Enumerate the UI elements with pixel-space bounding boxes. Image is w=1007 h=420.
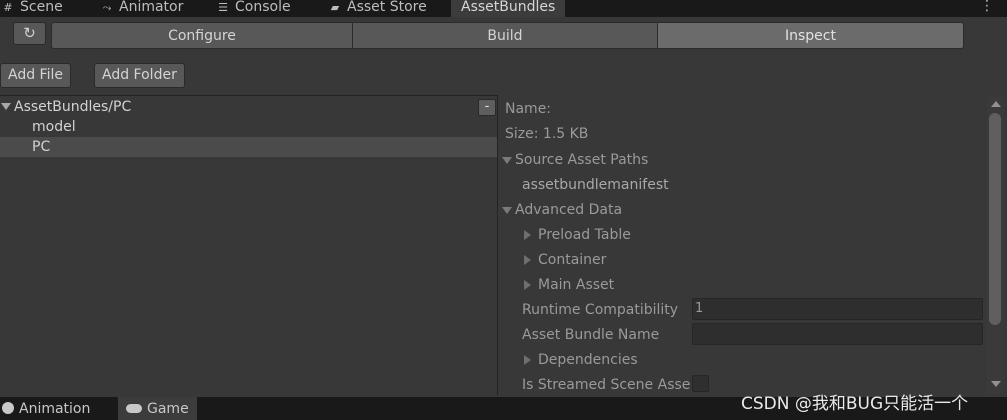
foldout-expanded-icon (502, 156, 512, 164)
source-path-value: assetbundlemanifest (522, 177, 669, 193)
gamepad-icon (126, 404, 142, 413)
refresh-button[interactable]: ↻ (13, 22, 46, 45)
tab-scene[interactable]: # Scene (2, 0, 63, 17)
container-foldout[interactable]: Container (524, 250, 606, 270)
tab-configure[interactable]: Configure (51, 22, 353, 49)
name-label: Name: (505, 101, 552, 117)
panel-divider[interactable] (497, 95, 498, 395)
animator-icon: ⤳ (102, 1, 112, 14)
foldout-collapsed-icon (524, 230, 531, 240)
expand-triangle-icon[interactable] (1, 103, 11, 110)
runtime-compatibility-label: Runtime Compatibility (522, 302, 679, 318)
preload-table-foldout[interactable]: Preload Table (524, 225, 631, 245)
tab-assetbundles[interactable]: AssetBundles (451, 0, 566, 17)
shopping-bag-icon: ▰ (330, 1, 340, 14)
window-menu-icon[interactable]: ⋮ (980, 0, 994, 17)
tree-item-label: PC (32, 139, 51, 155)
tab-game-label: Game (147, 401, 189, 417)
tree-item-pc[interactable]: PC (0, 137, 497, 157)
scroll-up-icon[interactable] (991, 101, 1001, 107)
scrollbar-thumb[interactable] (989, 113, 1001, 325)
advanced-data-label: Advanced Data (515, 202, 623, 218)
tab-asset-store-label: Asset Store (347, 0, 427, 15)
tree-root-assetbundles-pc[interactable]: AssetBundles/PC (0, 97, 497, 117)
main-asset-label: Main Asset (538, 277, 615, 293)
tree-item-label: model (32, 119, 76, 135)
dependencies-foldout[interactable]: Dependencies (524, 350, 638, 370)
foldout-collapsed-icon (524, 355, 531, 365)
foldout-collapsed-icon (524, 255, 531, 265)
advanced-data-foldout[interactable]: Advanced Data (502, 200, 622, 220)
foldout-expanded-icon (502, 206, 512, 214)
tab-inspect[interactable]: Inspect (657, 22, 964, 49)
is-streamed-scene-label: Is Streamed Scene Asse (522, 377, 690, 393)
asset-bundle-name-label: Asset Bundle Name (522, 327, 660, 343)
source-asset-paths-foldout[interactable]: Source Asset Paths (502, 150, 648, 170)
add-file-button[interactable]: Add File (0, 63, 71, 88)
tab-animator[interactable]: ⤳ Animator (101, 0, 184, 17)
tab-console[interactable]: ☰ Console (217, 0, 291, 17)
source-asset-paths-label: Source Asset Paths (515, 152, 649, 168)
tab-assetbundles-label: AssetBundles (461, 0, 556, 15)
size-label: Size: 1.5 KB (505, 126, 589, 142)
container-label: Container (538, 252, 607, 268)
scroll-down-icon[interactable] (991, 381, 1001, 387)
dependencies-label: Dependencies (538, 352, 638, 368)
foldout-collapsed-icon (524, 280, 531, 290)
grid-icon: # (3, 1, 13, 14)
preload-table-label: Preload Table (538, 227, 631, 243)
tab-asset-store[interactable]: ▰ Asset Store (329, 0, 427, 17)
is-streamed-scene-checkbox[interactable] (692, 375, 709, 392)
tab-scene-label: Scene (20, 0, 63, 15)
tab-console-label: Console (235, 0, 291, 15)
collapse-button[interactable]: - (478, 99, 496, 116)
tab-animator-label: Animator (119, 0, 184, 15)
main-asset-foldout[interactable]: Main Asset (524, 275, 614, 295)
tab-animation[interactable]: Animation (2, 397, 90, 420)
tab-animation-label: Animation (19, 401, 91, 417)
clock-icon (2, 402, 14, 414)
console-icon: ☰ (218, 1, 228, 14)
asset-bundle-name-field[interactable] (692, 323, 983, 345)
runtime-compatibility-field[interactable]: 1 (692, 298, 983, 320)
tab-build[interactable]: Build (352, 22, 658, 49)
tree-root-label: AssetBundles/PC (14, 99, 132, 115)
tree-item-model[interactable]: model (0, 117, 497, 137)
watermark-text: CSDN @我和BUG只能活一个 (741, 394, 969, 414)
tab-game[interactable]: Game (118, 397, 197, 420)
add-folder-button[interactable]: Add Folder (94, 63, 185, 88)
refresh-icon: ↻ (23, 24, 36, 42)
